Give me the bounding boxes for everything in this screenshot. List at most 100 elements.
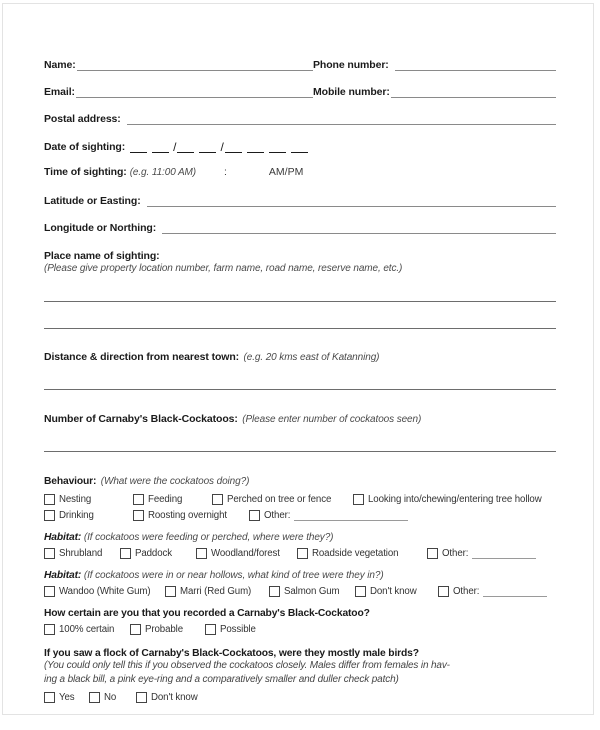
checkbox-icon[interactable] [44,624,55,635]
checkbox-icon[interactable] [165,586,176,597]
checkbox-behaviour-other[interactable]: Other: [249,510,409,521]
checkbox-icon[interactable] [130,624,141,635]
checkbox-icon[interactable] [249,510,260,521]
field-number-of-cockatoos: Number of Carnaby's Black-Cockatoos: (Pl… [44,409,556,452]
checkbox-icon[interactable] [44,494,55,505]
certainty-options-row: 100% certain Probable Possible [44,624,556,635]
number-of-cockatoos-hint: (Please enter number of cockatoos seen) [242,414,422,425]
date-year-3[interactable] [268,141,286,153]
flock-question: If you saw a flock of Carnaby's Black-Co… [44,648,419,659]
checkbox-behaviour-perched[interactable]: Perched on tree or fence [212,494,353,505]
checkbox-icon[interactable] [44,510,55,521]
checkbox-icon[interactable] [133,510,144,521]
field-date-of-sighting: Date of sighting: / / [44,137,556,153]
checkbox-icon[interactable] [438,586,449,597]
checkbox-tree-other[interactable]: Other: [438,586,548,597]
phone-input[interactable] [394,58,556,71]
checkbox-icon[interactable] [89,692,100,703]
checkbox-icon[interactable] [297,548,308,559]
checkbox-tree-marri[interactable]: Marri (Red Gum) [165,586,269,597]
checkbox-label: Yes [59,692,75,703]
habitat-perched-other-input[interactable] [472,548,537,559]
habitat-hollow-hint: (If cockatoos were in or near hollows, w… [83,570,384,581]
longitude-input[interactable] [162,221,556,234]
latitude-input[interactable] [146,194,556,207]
place-name-label: Place name of sighting: [44,250,160,262]
name-input[interactable] [76,58,313,71]
mobile-input[interactable] [390,85,556,98]
date-year-2[interactable] [246,141,264,153]
checkbox-label: Paddock [135,548,172,559]
place-name-input-line-2[interactable] [44,328,556,329]
checkbox-label: Roadside vegetation [312,548,399,559]
checkbox-icon[interactable] [120,548,131,559]
checkbox-icon[interactable] [427,548,438,559]
date-year-1[interactable] [224,141,242,153]
checkbox-habitat-shrubland[interactable]: Shrubland [44,548,120,559]
number-of-cockatoos-heading: Number of Carnaby's Black-Cockatoos: (Pl… [44,409,556,427]
checkbox-label: Roosting overnight [148,510,227,521]
checkbox-habitat-woodland[interactable]: Woodland/forest [196,548,297,559]
behaviour-other-input[interactable] [294,510,409,521]
checkbox-behaviour-feeding[interactable]: Feeding [133,494,212,505]
checkbox-icon[interactable] [212,494,223,505]
checkbox-habitat-paddock[interactable]: Paddock [120,548,196,559]
checkbox-label: Wandoo (White Gum) [59,586,151,597]
email-input[interactable] [75,85,313,98]
checkbox-label: Perched on tree or fence [227,494,332,505]
behaviour-options-row-1: Nesting Feeding Perched on tree or fence… [44,494,556,505]
checkbox-flock-yes[interactable]: Yes [44,692,89,703]
place-name-input-line-1[interactable] [44,301,556,302]
checkbox-label: Salmon Gum [284,586,340,597]
checkbox-behaviour-tree-hollow[interactable]: Looking into/chewing/entering tree hollo… [353,494,542,505]
flock-note-line-2: ing a black bill, a pink eye-ring and a … [44,674,399,685]
checkbox-icon[interactable] [269,586,280,597]
date-day-tens[interactable] [130,141,148,153]
section-habitat-hollow: Habitat: (If cockatoos were in or near h… [44,570,556,597]
checkbox-tree-salmon-gum[interactable]: Salmon Gum [269,586,355,597]
checkbox-tree-wandoo[interactable]: Wandoo (White Gum) [44,586,165,597]
date-year-4[interactable] [290,141,308,153]
distance-direction-input-line[interactable] [44,389,556,390]
field-postal-address: Postal address: [44,110,556,125]
checkbox-icon[interactable] [44,692,55,703]
checkbox-behaviour-drinking[interactable]: Drinking [44,510,133,521]
checkbox-icon[interactable] [136,692,147,703]
postal-address-input[interactable] [126,112,556,125]
checkbox-icon[interactable] [355,586,366,597]
checkbox-icon[interactable] [196,548,207,559]
place-name-hint: (Please give property location number, f… [44,263,403,274]
behaviour-heading: Behaviour: (What were the cockatoos doin… [44,471,556,489]
checkbox-behaviour-roosting[interactable]: Roosting overnight [133,510,249,521]
date-month-ones[interactable] [199,141,217,153]
habitat-hollow-other-input[interactable] [483,586,548,597]
checkbox-label: Other: [453,586,480,597]
checkbox-flock-no[interactable]: No [89,692,136,703]
checkbox-icon[interactable] [205,624,216,635]
checkbox-icon[interactable] [44,586,55,597]
number-of-cockatoos-input-line[interactable] [44,451,556,452]
checkbox-tree-dont-know[interactable]: Don't know [355,586,438,597]
checkbox-label: Possible [220,624,256,635]
latitude-label: Latitude or Easting: [44,195,141,207]
checkbox-certainty-possible[interactable]: Possible [205,624,256,635]
phone-label: Phone number: [313,59,389,71]
checkbox-certainty-probable[interactable]: Probable [130,624,205,635]
checkbox-habitat-perched-other[interactable]: Other: [427,548,537,559]
checkbox-icon[interactable] [133,494,144,505]
date-day-ones[interactable] [152,141,170,153]
checkbox-certainty-100[interactable]: 100% certain [44,624,130,635]
time-of-sighting-hint: (e.g. 11:00 AM) [129,167,196,178]
checkbox-flock-dont-know[interactable]: Don't know [136,692,198,703]
checkbox-behaviour-nesting[interactable]: Nesting [44,494,133,505]
checkbox-label: Marri (Red Gum) [180,586,252,597]
number-of-cockatoos-label: Number of Carnaby's Black-Cockatoos: [44,413,238,425]
checkbox-icon[interactable] [44,548,55,559]
checkbox-label: Probable [145,624,183,635]
checkbox-habitat-roadside[interactable]: Roadside vegetation [297,548,427,559]
habitat-hollow-label: Habitat: [44,570,82,581]
row-name-phone: Name: Phone number: [44,56,556,71]
date-month-tens[interactable] [177,141,195,153]
checkbox-icon[interactable] [353,494,364,505]
field-latitude: Latitude or Easting: [44,192,556,207]
